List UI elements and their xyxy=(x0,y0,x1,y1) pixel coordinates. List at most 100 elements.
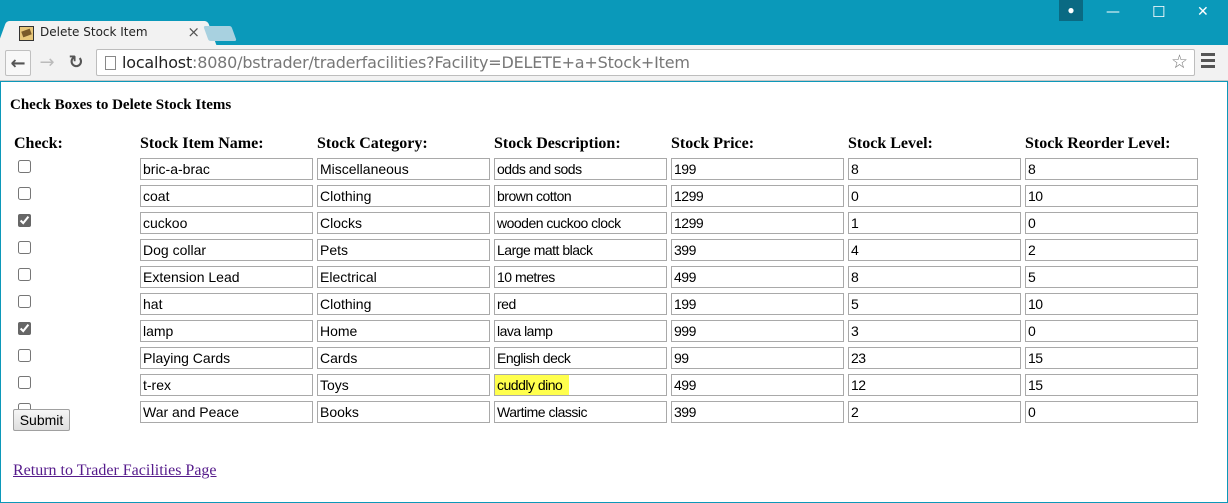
category-input[interactable] xyxy=(317,373,490,396)
category-input[interactable] xyxy=(317,292,490,315)
browser-tab-active[interactable]: Delete Stock Item × xyxy=(8,21,206,45)
price-input[interactable] xyxy=(671,211,844,234)
level-input[interactable] xyxy=(848,157,1021,180)
delete-checkbox[interactable] xyxy=(18,186,31,200)
delete-checkbox[interactable] xyxy=(18,240,31,254)
column-header-description: Stock Description: xyxy=(494,135,621,152)
description-input[interactable] xyxy=(494,265,667,288)
name-input[interactable] xyxy=(140,265,313,288)
level-input[interactable] xyxy=(848,265,1021,288)
name-cell xyxy=(139,210,314,235)
reorder-input[interactable] xyxy=(1025,157,1198,180)
category-input[interactable] xyxy=(317,184,490,207)
category-input[interactable] xyxy=(317,400,490,423)
level-input[interactable] xyxy=(848,238,1021,261)
price-input[interactable] xyxy=(671,157,844,180)
reload-icon[interactable]: ↻ xyxy=(63,50,89,76)
minimize-icon[interactable]: — xyxy=(1106,4,1120,20)
url-text[interactable]: localhost:8080/bstrader/traderfacilities… xyxy=(122,53,690,72)
delete-checkbox[interactable] xyxy=(18,294,31,308)
category-input[interactable] xyxy=(317,265,490,288)
price-input[interactable] xyxy=(671,265,844,288)
level-input[interactable] xyxy=(848,373,1021,396)
price-cell xyxy=(670,345,845,370)
window-close-icon[interactable]: ✕ xyxy=(1197,4,1209,20)
delete-checkbox[interactable] xyxy=(18,375,31,389)
name-input[interactable] xyxy=(140,346,313,369)
check-cell xyxy=(13,264,137,289)
description-input[interactable] xyxy=(494,238,667,261)
reorder-input[interactable] xyxy=(1025,265,1198,288)
name-input[interactable] xyxy=(140,319,313,342)
delete-checkbox[interactable] xyxy=(18,267,31,281)
name-input[interactable] xyxy=(140,292,313,315)
name-input[interactable] xyxy=(140,400,313,423)
table-row xyxy=(13,372,1199,397)
reorder-input[interactable] xyxy=(1025,400,1198,423)
address-bar[interactable]: localhost:8080/bstrader/traderfacilities… xyxy=(96,49,1195,76)
price-input[interactable] xyxy=(671,319,844,342)
delete-checkbox[interactable] xyxy=(18,348,31,362)
price-input[interactable] xyxy=(671,373,844,396)
reorder-cell xyxy=(1024,210,1199,235)
category-input[interactable] xyxy=(317,346,490,369)
browser-menu-icon[interactable] xyxy=(1201,53,1215,71)
price-input[interactable] xyxy=(671,238,844,261)
level-input[interactable] xyxy=(848,211,1021,234)
new-tab-button[interactable] xyxy=(203,26,237,41)
reorder-input[interactable] xyxy=(1025,184,1198,207)
price-input[interactable] xyxy=(671,292,844,315)
level-input[interactable] xyxy=(848,319,1021,342)
delete-checkbox[interactable] xyxy=(18,321,31,335)
name-input[interactable] xyxy=(140,211,313,234)
column-header-reorder-level: Stock Reorder Level: xyxy=(1025,135,1171,152)
reorder-input[interactable] xyxy=(1025,346,1198,369)
description-input[interactable] xyxy=(494,211,667,234)
name-input[interactable] xyxy=(140,184,313,207)
delete-checkbox[interactable] xyxy=(18,213,31,227)
reorder-input[interactable] xyxy=(1025,238,1198,261)
description-input[interactable] xyxy=(494,346,667,369)
description-cell xyxy=(493,156,668,181)
name-input[interactable] xyxy=(140,238,313,261)
window-titlebar: Delete Stock Item × ● — ☐ ✕ xyxy=(0,0,1228,45)
description-input[interactable] xyxy=(494,319,667,342)
level-input[interactable] xyxy=(848,400,1021,423)
name-input[interactable] xyxy=(140,157,313,180)
price-input[interactable] xyxy=(671,346,844,369)
forward-arrow-icon[interactable]: → xyxy=(34,50,60,76)
category-input[interactable] xyxy=(317,238,490,261)
description-input[interactable] xyxy=(494,373,667,396)
tab-close-icon[interactable]: × xyxy=(187,23,200,41)
description-input[interactable] xyxy=(494,184,667,207)
back-arrow-icon[interactable]: ← xyxy=(5,50,31,76)
category-input[interactable] xyxy=(317,319,490,342)
level-input[interactable] xyxy=(848,184,1021,207)
level-input[interactable] xyxy=(848,346,1021,369)
submit-button[interactable]: Submit xyxy=(13,409,70,431)
delete-checkbox[interactable] xyxy=(18,159,31,173)
description-input[interactable] xyxy=(494,157,667,180)
price-input[interactable] xyxy=(671,184,844,207)
reorder-input[interactable] xyxy=(1025,319,1198,342)
table-row xyxy=(13,264,1199,289)
price-cell xyxy=(670,183,845,208)
maximize-icon[interactable]: ☐ xyxy=(1152,3,1165,21)
category-input[interactable] xyxy=(317,211,490,234)
name-cell xyxy=(139,237,314,262)
return-to-trader-facilities-link[interactable]: Return to Trader Facilities Page xyxy=(13,462,217,480)
description-cell xyxy=(493,399,668,424)
level-input[interactable] xyxy=(848,292,1021,315)
reorder-cell xyxy=(1024,372,1199,397)
price-input[interactable] xyxy=(671,400,844,423)
description-input[interactable] xyxy=(494,292,667,315)
category-input[interactable] xyxy=(317,157,490,180)
name-input[interactable] xyxy=(140,373,313,396)
bookmark-star-icon[interactable]: ☆ xyxy=(1171,51,1188,74)
check-cell xyxy=(13,291,137,316)
reorder-input[interactable] xyxy=(1025,292,1198,315)
description-input[interactable] xyxy=(494,400,667,423)
reorder-input[interactable] xyxy=(1025,211,1198,234)
profile-icon[interactable]: ● xyxy=(1059,0,1083,21)
reorder-input[interactable] xyxy=(1025,373,1198,396)
